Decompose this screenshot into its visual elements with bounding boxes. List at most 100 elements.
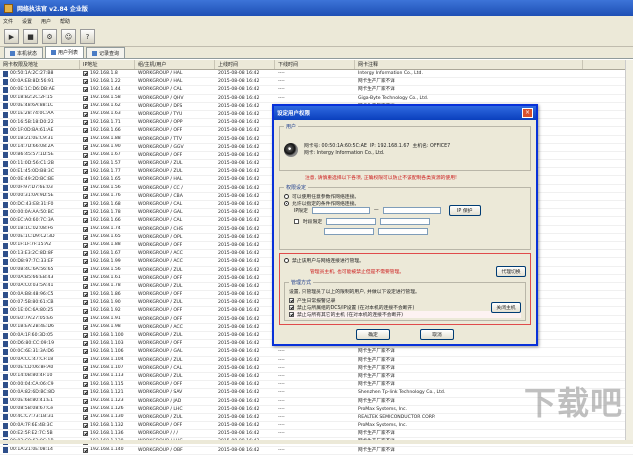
row-checkbox[interactable] <box>83 414 88 420</box>
col-offline[interactable]: 下线时间 <box>275 60 355 69</box>
settings-icon[interactable]: ⚙ <box>42 29 57 44</box>
chk-disable-1[interactable] <box>289 305 294 310</box>
row-checkbox[interactable] <box>83 316 88 322</box>
stop-icon[interactable]: ■ <box>23 29 38 44</box>
row-checkbox[interactable] <box>83 243 88 249</box>
row-checkbox[interactable] <box>83 128 88 134</box>
tab-log-query[interactable]: 记录查询 <box>86 47 126 58</box>
row-checkbox[interactable] <box>83 406 88 412</box>
row-checkbox[interactable] <box>83 374 88 380</box>
row-checkbox[interactable] <box>83 234 88 240</box>
radio-all[interactable] <box>284 194 289 199</box>
row-checkbox[interactable] <box>83 177 88 183</box>
time-end-input[interactable] <box>380 218 431 225</box>
row-checkbox[interactable] <box>83 308 88 314</box>
chk-log-row[interactable]: 产生日常报警记录 <box>289 297 521 304</box>
table-row[interactable]: 00:0A:EB:8D:56:91 192.168.1.22 WORKGROUP /… <box>0 78 633 87</box>
table-row[interactable]: 00:18:B2:2C:2F:15 192.168.1.58 WORKGROUP /… <box>0 95 633 103</box>
row-checkbox[interactable] <box>83 210 88 216</box>
col-host[interactable]: 组/主机/用户 <box>135 60 215 69</box>
row-checkbox[interactable] <box>83 300 88 306</box>
table-row[interactable]: 00:1A:21:0E:08:14 192.168.1.140 WORKGROUP … <box>0 447 633 455</box>
table-row[interactable]: 00:E2:5F:E2:7C:5B 192.168.1.136 WORKGROUP … <box>0 430 633 439</box>
row-checkbox[interactable] <box>83 251 88 257</box>
table-row[interactable]: 00:0C:6E:31:3A:D6 192.168.1.106 WORKGROUP … <box>0 348 633 357</box>
col-online[interactable]: 上线时间 <box>215 60 275 69</box>
row-checkbox[interactable] <box>83 324 88 330</box>
chk-disable-1-row[interactable]: 禁止与所属组的DCS/IP设置 (在对本机的连接不会断开) 关闭主机 <box>289 302 521 313</box>
radio-no-access[interactable] <box>284 258 289 263</box>
user-icon[interactable]: ☺ <box>61 29 76 44</box>
menu-settings[interactable]: 设置 <box>22 18 32 25</box>
menu-file[interactable]: 文件 <box>3 18 13 25</box>
row-checkbox[interactable] <box>83 341 88 347</box>
opt-all-access[interactable]: 可以使用任意参数作网络连接。 <box>284 193 526 200</box>
proxy-switch-button[interactable]: 代理切换 <box>496 266 526 277</box>
row-checkbox[interactable] <box>83 87 88 93</box>
row-checkbox[interactable] <box>83 202 88 208</box>
time-end-input-2[interactable] <box>378 228 428 235</box>
time-start-input-2[interactable] <box>324 228 374 235</box>
close-host-button[interactable]: 关闭主机 <box>491 302 521 313</box>
ip-lock-button[interactable]: IP 保护 <box>448 205 481 216</box>
row-checkbox[interactable] <box>83 218 88 224</box>
row-checkbox[interactable] <box>83 226 88 232</box>
ip-end-input[interactable] <box>382 207 441 214</box>
row-checkbox[interactable] <box>83 103 88 109</box>
row-checkbox[interactable] <box>83 112 88 118</box>
row-checkbox[interactable] <box>83 431 88 437</box>
vertical-scrollbar[interactable] <box>625 60 633 440</box>
table-row[interactable]: 00:50:1A:2C:27:B8 192.168.1.8 WORKGROUP / … <box>0 70 633 79</box>
menu-user[interactable]: 用户 <box>41 18 51 25</box>
radio-limited[interactable] <box>284 201 289 206</box>
opt-limited-access[interactable]: 允许以指定的条件作网络连接。 <box>284 200 526 207</box>
tab-user-list[interactable]: 用户列表 <box>45 46 85 58</box>
menu-help[interactable]: 帮助 <box>60 18 70 25</box>
row-checkbox[interactable] <box>83 193 88 199</box>
row-checkbox[interactable] <box>83 398 88 404</box>
row-checkbox[interactable] <box>83 283 88 289</box>
row-checkbox[interactable] <box>83 267 88 273</box>
row-checkbox[interactable] <box>83 349 88 355</box>
row-checkbox[interactable] <box>83 95 88 101</box>
row-checkbox[interactable] <box>83 169 88 175</box>
chk-log[interactable] <box>289 298 294 303</box>
row-checkbox[interactable] <box>83 365 88 371</box>
table-row[interactable]: 00:0E:CD:06:8F:A0 192.168.1.107 WORKGROUP … <box>0 365 633 373</box>
tab-local-status[interactable]: 本机状态 <box>4 47 44 58</box>
row-checkbox[interactable] <box>83 259 88 265</box>
cancel-button[interactable]: 取消 <box>420 329 454 340</box>
time-start-input[interactable] <box>326 218 377 225</box>
row-checkbox[interactable] <box>83 152 88 158</box>
chk-disable-2-row[interactable]: 禁止与所有其它的主机 (在对本机的连接不会断开) <box>289 311 521 318</box>
help-icon[interactable]: ? <box>80 29 95 44</box>
row-checkbox[interactable] <box>83 79 88 85</box>
col-vendor[interactable]: 网卡注释 <box>355 60 583 69</box>
ok-button[interactable]: 确定 <box>356 329 390 340</box>
row-checkbox[interactable] <box>83 136 88 142</box>
row-checkbox[interactable] <box>83 423 88 429</box>
row-checkbox[interactable] <box>83 357 88 363</box>
table-row[interactable]: 00:0E:1C:D6:DB:AE 192.168.1.44 WORKGROUP /… <box>0 86 633 95</box>
row-checkbox[interactable] <box>83 447 88 453</box>
row-checkbox[interactable] <box>83 292 88 298</box>
time-limit-checkbox[interactable] <box>294 219 299 224</box>
close-icon[interactable]: × <box>522 108 533 118</box>
row-checkbox[interactable] <box>83 71 88 77</box>
row-checkbox[interactable] <box>83 185 88 191</box>
row-checkbox[interactable] <box>83 120 88 126</box>
opt-no-access[interactable]: 禁止该用户与网络连接进行管理。 <box>284 257 526 264</box>
row-checkbox[interactable] <box>83 275 88 281</box>
scan-icon[interactable]: ▶ <box>4 29 19 44</box>
col-mac[interactable]: 网卡权限及地址 <box>0 60 80 69</box>
ip-start-input[interactable] <box>311 207 370 214</box>
row-checkbox[interactable] <box>83 382 88 388</box>
chk-disable-2[interactable] <box>289 312 294 317</box>
table-row[interactable]: 00:0A:CC:47:CF:18 192.168.1.104 WORKGROUP … <box>0 357 633 365</box>
col-ip[interactable]: IP地址 <box>80 60 135 69</box>
row-checkbox[interactable] <box>83 144 88 150</box>
row-checkbox[interactable] <box>83 161 88 167</box>
computer-icon <box>3 144 8 151</box>
row-checkbox[interactable] <box>83 333 88 339</box>
row-checkbox[interactable] <box>83 390 88 396</box>
